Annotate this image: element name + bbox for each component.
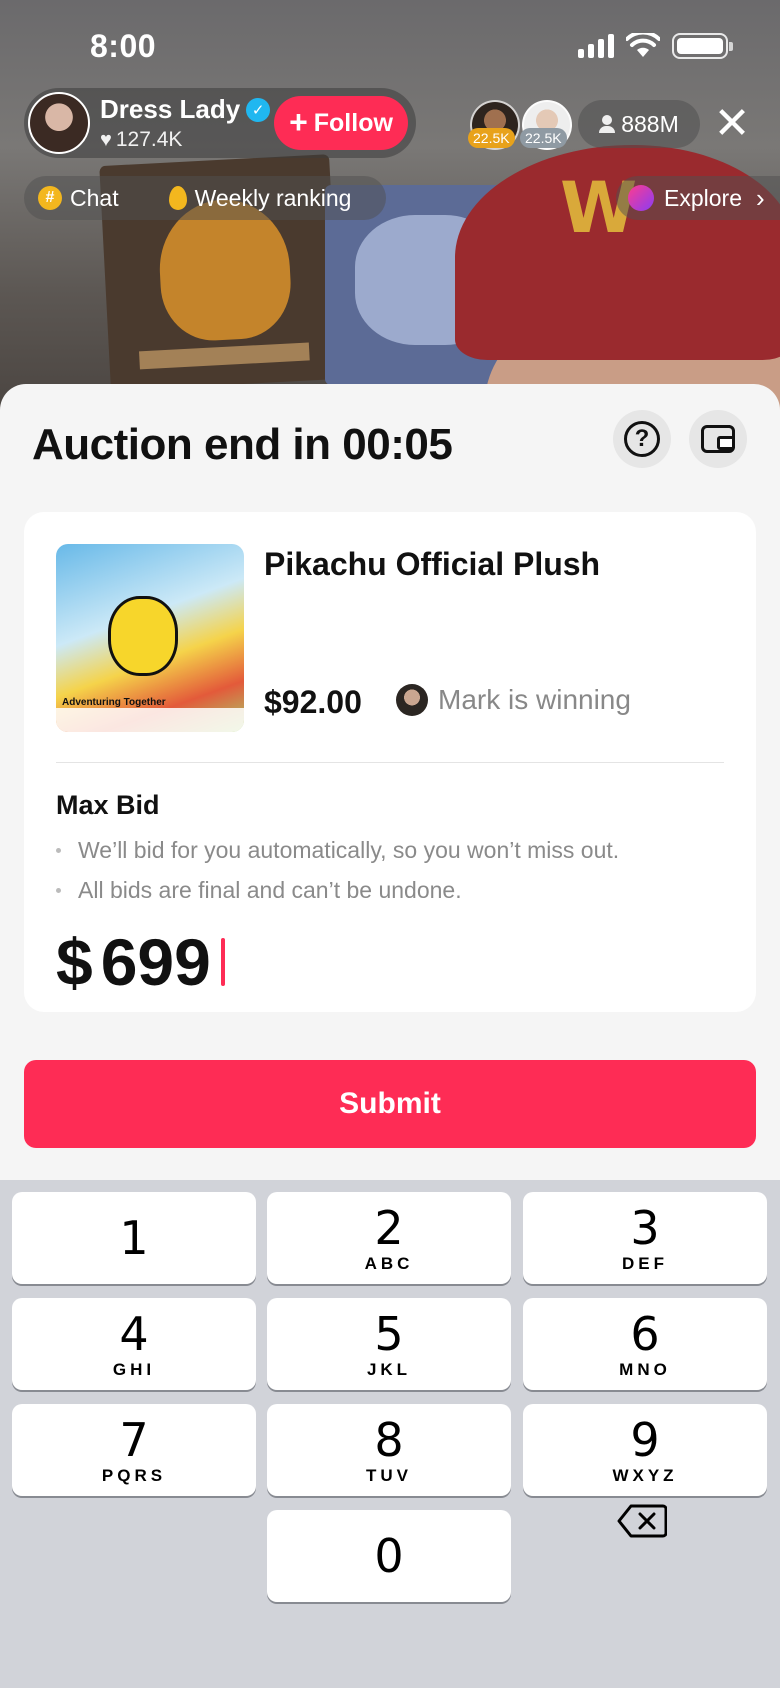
key-3[interactable]: 3 DEF	[523, 1192, 767, 1284]
product-title: Pikachu Official Plush	[264, 546, 601, 582]
auction-timer-title: Auction end in 00:05	[32, 420, 453, 469]
key-letters: DEF	[622, 1254, 668, 1273]
key-1[interactable]: 1	[12, 1192, 256, 1284]
host-likes: 127.4K	[115, 128, 183, 151]
max-bid-label: Max Bid	[56, 790, 160, 820]
backspace-icon[interactable]	[617, 1503, 667, 1539]
chat-tab[interactable]: # Chat	[38, 185, 119, 212]
chevron-right-icon: ›	[755, 182, 765, 213]
max-bid-notes: We’ll bid for you automatically, so you …	[56, 834, 619, 914]
viewer-count-button[interactable]: 888M	[578, 100, 700, 148]
key-letters: GHI	[112, 1360, 156, 1379]
top-viewer-2-badge: 22.5K	[520, 128, 567, 148]
key-digit: 7	[119, 1413, 149, 1467]
key-letters: ABC	[364, 1254, 414, 1273]
auction-sheet: Auction end in 00:05 ? Adventuring Toget…	[0, 384, 780, 1184]
top-viewer-1-badge: 22.5K	[468, 128, 515, 148]
follow-button[interactable]: + Follow	[274, 96, 408, 150]
key-7[interactable]: 7 PQRS	[12, 1404, 256, 1496]
key-letters: WXYZ	[612, 1466, 678, 1485]
product-image-caption: Adventuring Together	[62, 697, 166, 708]
weekly-ranking-tab[interactable]: Weekly ranking	[168, 184, 352, 212]
key-digit: 4	[119, 1307, 149, 1361]
signal-icon	[578, 34, 614, 58]
flame-icon	[168, 186, 187, 210]
key-digit: 1	[119, 1211, 149, 1265]
host-likes-row: ♥ 127.4K	[100, 128, 270, 152]
key-digit: 3	[630, 1201, 660, 1255]
product-image[interactable]: Adventuring Together	[56, 544, 244, 732]
wallet-button[interactable]	[689, 410, 747, 468]
key-digit: 9	[630, 1413, 660, 1467]
divider	[56, 762, 724, 763]
max-bid-note: We’ll bid for you automatically, so you …	[56, 834, 619, 874]
explore-button[interactable]: Explore ›	[616, 176, 780, 220]
status-time: 8:00	[90, 28, 157, 64]
key-4[interactable]: 4 GHI	[12, 1298, 256, 1390]
explore-label: Explore	[664, 184, 742, 211]
key-digit: 0	[374, 1529, 404, 1583]
key-letters: TUV	[366, 1466, 412, 1485]
weekly-ranking-label: Weekly ranking	[194, 184, 352, 211]
host-name: Dress Lady	[100, 94, 241, 124]
chat-label: Chat	[70, 184, 119, 211]
key-digit: 5	[374, 1307, 404, 1361]
plus-icon: +	[289, 103, 308, 140]
battery-icon	[672, 33, 733, 59]
bid-card: Adventuring Together Pikachu Official Pl…	[24, 512, 756, 1012]
winning-bidder: Mark is winning	[396, 684, 631, 716]
key-2[interactable]: 2 ABC	[267, 1192, 511, 1284]
max-bid-value: 699	[100, 925, 211, 999]
key-digit: 8	[374, 1413, 404, 1467]
submit-button[interactable]: Submit	[24, 1060, 756, 1148]
host-name-row: Dress Lady ✓	[100, 94, 271, 125]
winner-text: Mark is winning	[438, 684, 631, 715]
key-letters: MNO	[619, 1360, 671, 1379]
current-price: $92.00	[264, 684, 362, 720]
host-avatar[interactable]	[28, 92, 90, 154]
viewer-count: 888M	[621, 110, 679, 137]
key-0[interactable]: 0	[267, 1510, 511, 1602]
close-icon[interactable]: ✕	[712, 100, 752, 148]
host-pill[interactable]: Dress Lady ✓ ♥ 127.4K + Follow	[24, 88, 416, 158]
heart-icon: ♥	[100, 128, 112, 151]
help-button[interactable]: ?	[613, 410, 671, 468]
key-8[interactable]: 8 TUV	[267, 1404, 511, 1496]
host-info: Dress Lady ✓ ♥ 127.4K	[100, 94, 271, 152]
key-9[interactable]: 9 WXYZ	[523, 1404, 767, 1496]
verified-icon: ✓	[246, 97, 271, 122]
key-digit: 2	[374, 1201, 404, 1255]
key-6[interactable]: 6 MNO	[523, 1298, 767, 1390]
follow-label: Follow	[313, 108, 393, 137]
wifi-icon	[626, 33, 660, 57]
key-letters: PQRS	[101, 1466, 167, 1485]
planet-icon	[628, 185, 654, 211]
max-bid-note: All bids are final and can’t be undone.	[56, 874, 619, 914]
help-icon: ?	[624, 421, 660, 457]
winner-avatar	[396, 684, 428, 716]
key-letters: JKL	[366, 1360, 412, 1379]
numeric-keypad: 1 2 ABC 3 DEF 4 GHI 5 JKL 6 MNO 7 PQRS 8…	[0, 1180, 780, 1688]
wallet-icon	[701, 425, 735, 453]
key-5[interactable]: 5 JKL	[267, 1298, 511, 1390]
max-bid-input[interactable]: $ 699	[56, 924, 225, 1000]
status-icons	[578, 32, 733, 60]
currency-symbol: $	[56, 925, 93, 999]
key-digit: 6	[630, 1307, 660, 1361]
text-caret	[220, 938, 225, 986]
hash-icon: #	[38, 186, 62, 210]
person-icon	[599, 115, 616, 133]
live-subnav: # Chat Weekly ranking	[24, 176, 386, 220]
